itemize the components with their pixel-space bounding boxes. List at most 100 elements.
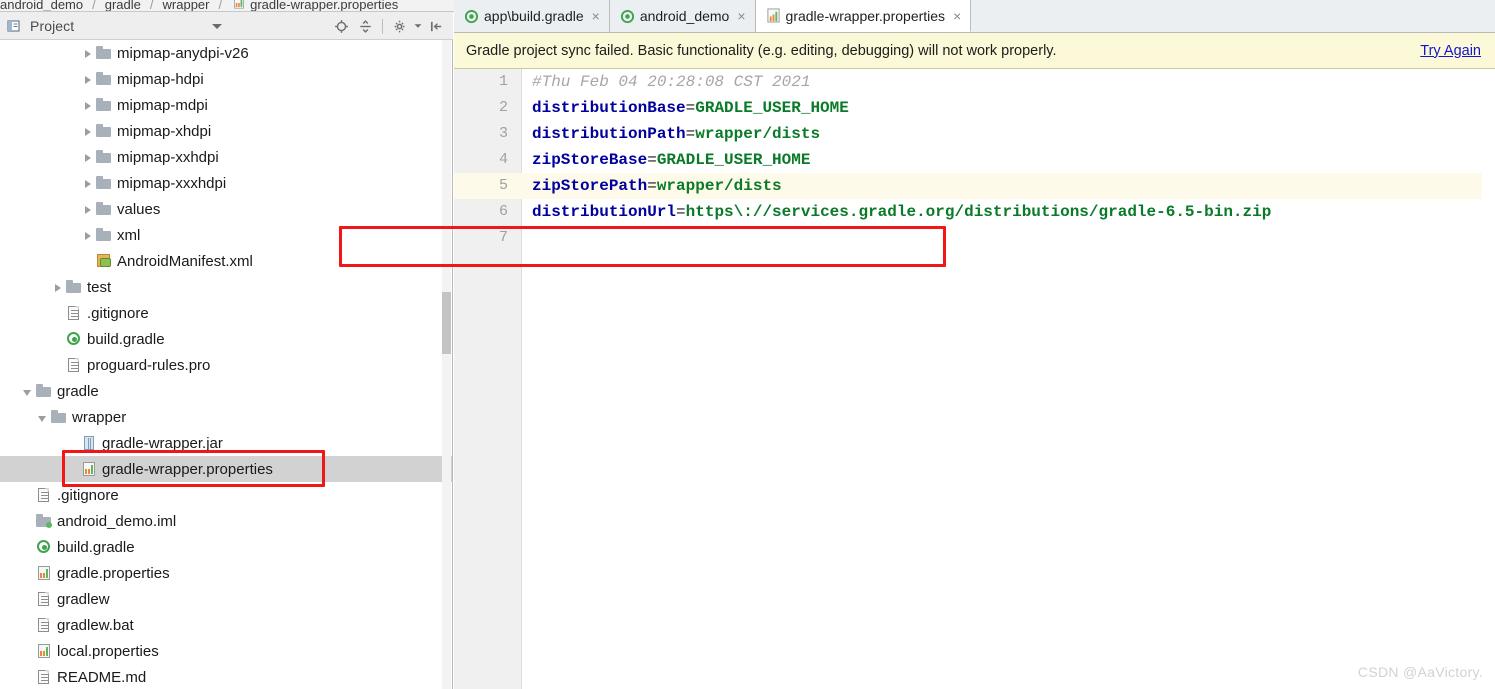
tree-row[interactable]: mipmap-anydpi-v26 [0,40,452,66]
tree-row[interactable]: README.md [0,664,452,689]
settings-gear-icon[interactable] [389,15,411,37]
breadcrumb-item-1[interactable]: gradle [105,0,141,11]
tree-item-label: mipmap-hdpi [117,70,204,88]
close-icon[interactable]: × [592,9,600,23]
text-file-icon [66,305,82,321]
tree-row-selected[interactable]: gradle-wrapper.properties [0,456,452,482]
tree-expand-arrow-closed[interactable] [81,125,94,138]
folder-icon [96,71,112,87]
editor-tab-label: gradle-wrapper.properties [785,7,946,24]
code-line-text: distributionUrl=https\://services.gradle… [532,199,1271,225]
tree-row[interactable]: mipmap-mdpi [0,92,452,118]
tree-expand-arrow-closed[interactable] [81,203,94,216]
tree-row[interactable]: wrapper [0,404,452,430]
hide-panel-icon[interactable] [425,15,447,37]
breadcrumb-separator: / [149,0,154,12]
code-content[interactable]: 1 #Thu Feb 04 20:28:08 CST 2021 2 distribut… [454,69,1495,689]
tree-row[interactable]: gradle.properties [0,560,452,586]
tree-row[interactable]: gradlew.bat [0,612,452,638]
code-token-val: GRADLE_USER_HOME [695,99,849,117]
line-number: 6 [498,203,508,220]
close-icon[interactable]: × [953,9,961,23]
breadcrumb-item-3[interactable]: gradle-wrapper.properties [231,0,398,11]
code-line[interactable]: 7 [454,225,1495,251]
tree-expand-arrow-closed[interactable] [81,151,94,164]
tree-row[interactable]: AndroidManifest.xml [0,248,452,274]
close-icon[interactable]: × [737,9,745,23]
notification-message: Gradle project sync failed. Basic functi… [466,42,1057,59]
tree-expand-arrow-closed[interactable] [81,47,94,60]
folder-icon [96,175,112,191]
tree-row[interactable]: build.gradle [0,326,452,352]
tree-row[interactable]: mipmap-xxxhdpi [0,170,452,196]
tree-expand-arrow-closed[interactable] [81,99,94,112]
tree-expand-arrow-closed[interactable] [81,229,94,242]
breadcrumb-separator: / [218,0,223,12]
collapse-all-icon[interactable] [354,15,376,37]
ide-window: android_demo / gradle / wrapper / gradle-wrapp… [0,0,1495,689]
tree-arrow-placeholder [21,593,34,606]
tree-row[interactable]: test [0,274,452,300]
code-line[interactable]: 1 #Thu Feb 04 20:28:08 CST 2021 [454,69,1495,95]
editor-tab-0[interactable]: app\build.gradle × [454,0,610,32]
code-line[interactable]: 6 distributionUrl=https\://services.gradl… [454,199,1495,225]
project-view-icon [6,18,22,34]
code-line-text: zipStorePath=wrapper/dists [532,173,782,199]
tree-row[interactable]: xml [0,222,452,248]
breadcrumb-item-0[interactable]: android_demo [0,0,83,11]
code-line[interactable]: 3 distributionPath=wrapper/dists [454,121,1495,147]
breadcrumb-item-2[interactable]: wrapper [163,0,210,11]
code-editor[interactable]: 1 #Thu Feb 04 20:28:08 CST 2021 2 distribut… [454,69,1495,689]
tree-arrow-placeholder [51,307,64,320]
tree-row[interactable]: gradle-wrapper.jar [0,430,452,456]
tree-item-label: README.md [57,668,147,686]
project-panel-title: Project [30,17,75,34]
tree-expand-arrow-closed[interactable] [81,73,94,86]
code-line-text: zipStoreBase=GRADLE_USER_HOME [532,147,810,173]
tree-expand-arrow-open[interactable] [36,411,49,424]
editor-tab-1[interactable]: android_demo × [609,0,756,32]
sidebar-scrollbar-thumb[interactable] [442,292,451,354]
sync-failed-notification: Gradle project sync failed. Basic functi… [454,33,1495,69]
tree-row[interactable]: .gitignore [0,482,452,508]
code-token-val: wrapper/dists [695,125,821,143]
line-number: 3 [498,125,508,142]
code-line[interactable]: 2 distributionBase=GRADLE_USER_HOME [454,95,1495,121]
tree-row[interactable]: build.gradle [0,534,452,560]
tree-row[interactable]: mipmap-xxhdpi [0,144,452,170]
tree-row[interactable]: gradlew [0,586,452,612]
tree-expand-arrow-closed[interactable] [81,177,94,190]
chevron-down-icon[interactable] [212,24,222,29]
tree-item-label: gradle [57,382,99,400]
tree-arrow-placeholder [66,437,79,450]
gradle-icon [464,9,479,24]
code-token-key: distributionBase [532,99,686,117]
tree-row[interactable]: mipmap-hdpi [0,66,452,92]
code-line-text: distributionBase=GRADLE_USER_HOME [532,95,849,121]
project-panel-header: Project [0,12,453,40]
tree-row[interactable]: .gitignore [0,300,452,326]
locate-icon[interactable] [330,15,352,37]
tree-row[interactable]: values [0,196,452,222]
sidebar-scrollbar-track[interactable] [442,40,451,689]
module-folder-icon [36,513,52,529]
project-tree[interactable]: mipmap-anydpi-v26 mipmap-hdpi mipmap-mdpi m… [0,40,452,689]
tree-item-label: mipmap-xxxhdpi [117,174,227,192]
tree-row[interactable]: mipmap-xhdpi [0,118,452,144]
tree-expand-arrow-closed[interactable] [51,281,64,294]
tree-row[interactable]: gradle [0,378,452,404]
tree-row[interactable]: proguard-rules.pro [0,352,452,378]
code-token-key: zipStorePath [532,177,648,195]
gear-dropdown-icon[interactable] [413,15,423,37]
try-again-link[interactable]: Try Again [1420,43,1481,59]
tree-row[interactable]: android_demo.iml [0,508,452,534]
code-line[interactable]: 5 zipStorePath=wrapper/dists [454,173,1495,199]
tree-item-label: mipmap-xhdpi [117,122,212,140]
tree-expand-arrow-open[interactable] [21,385,34,398]
editor-tab-2[interactable]: gradle-wrapper.properties × [755,0,972,32]
tree-item-label: proguard-rules.pro [87,356,211,374]
tree-item-label: mipmap-anydpi-v26 [117,44,249,62]
code-line[interactable]: 4 zipStoreBase=GRADLE_USER_HOME [454,147,1495,173]
tree-row[interactable]: local.properties [0,638,452,664]
tree-item-label: build.gradle [57,538,135,556]
